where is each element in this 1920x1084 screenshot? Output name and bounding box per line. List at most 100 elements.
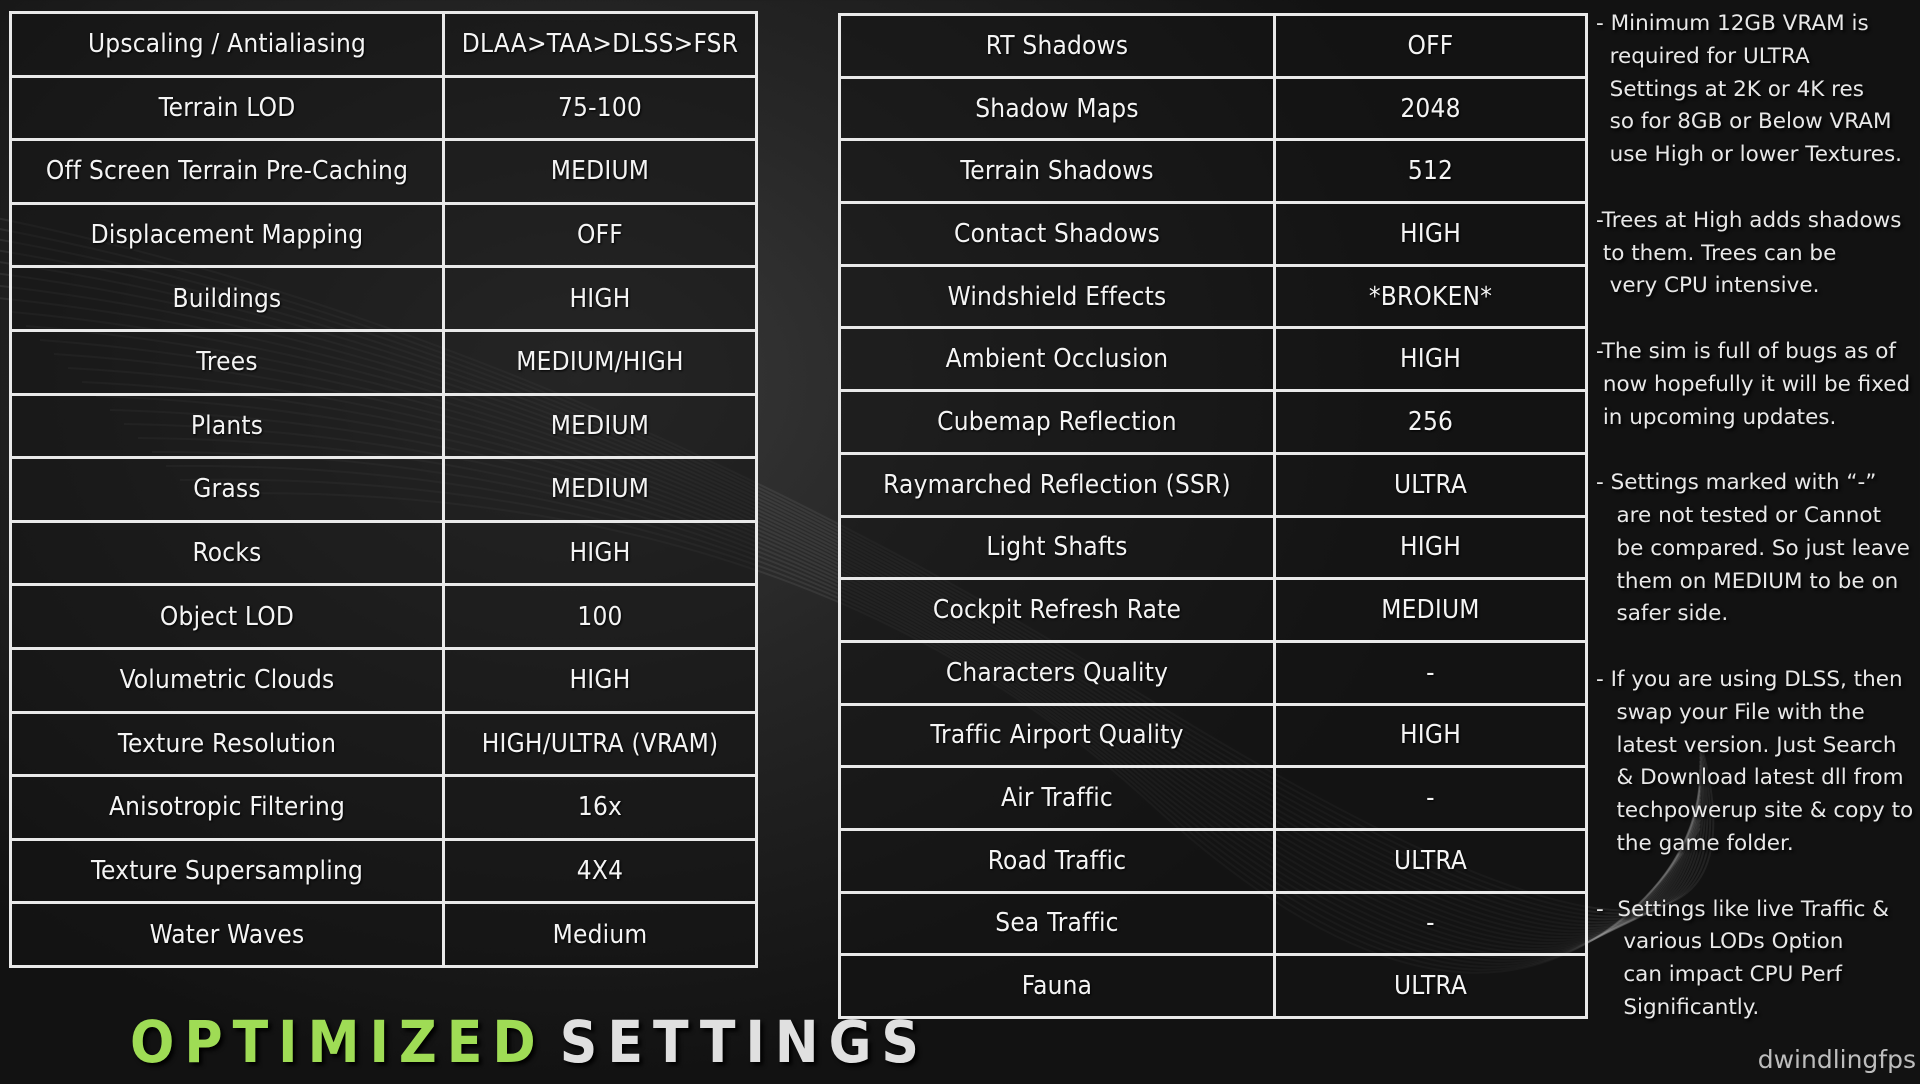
table-row: Rocks HIGH <box>9 519 758 587</box>
table-row: Texture Supersampling 4X4 <box>9 837 758 905</box>
setting-name: Displacement Mapping <box>9 201 445 269</box>
setting-value: HIGH <box>1273 702 1588 769</box>
setting-value: 100 <box>442 583 758 650</box>
setting-value: HIGH <box>442 265 758 332</box>
table-row: Traffic Airport Quality HIGH <box>838 702 1588 769</box>
table-row: Upscaling / Antialiasing DLAA>TAA>DLSS>FS… <box>9 11 758 78</box>
table-row: Cubemap Reflection 256 <box>838 389 1588 455</box>
setting-value: ULTRA <box>1273 827 1588 894</box>
setting-name: Off Screen Terrain Pre-Caching <box>9 138 445 205</box>
setting-name: Terrain LOD <box>9 74 445 142</box>
setting-name: Object LOD <box>9 583 445 650</box>
table-row: Object LOD 100 <box>9 583 758 650</box>
setting-name: Upscaling / Antialiasing <box>9 11 445 78</box>
setting-name: Grass <box>9 456 445 523</box>
setting-name: Windshield Effects <box>838 263 1276 330</box>
setting-value: DLAA>TAA>DLSS>FSR <box>442 11 758 78</box>
note-item: - Minimum 12GB VRAM is required for ULTR… <box>1596 11 1902 168</box>
table-row: Terrain Shadows 512 <box>838 138 1588 205</box>
title-optimized: OPTIMIZED <box>130 1008 546 1076</box>
table-row: RT Shadows OFF <box>838 13 1588 79</box>
table-row: Fauna ULTRA <box>838 953 1588 1019</box>
setting-name: Contact Shadows <box>838 201 1276 267</box>
table-row: Volumetric Clouds HIGH <box>9 646 758 714</box>
watermark: dwindlingfps <box>1757 1045 1916 1074</box>
setting-name: Texture Supersampling <box>9 837 445 905</box>
table-row: Off Screen Terrain Pre-Caching MEDIUM <box>9 138 758 205</box>
setting-value: *BROKEN* <box>1273 263 1588 330</box>
setting-value: 256 <box>1273 389 1588 455</box>
note-item: - Settings marked with “-” are not teste… <box>1596 470 1910 627</box>
table-row: Road Traffic ULTRA <box>838 827 1588 894</box>
setting-value: - <box>1273 890 1588 957</box>
setting-value: 2048 <box>1273 75 1588 142</box>
setting-value: 512 <box>1273 138 1588 205</box>
setting-name: Air Traffic <box>838 765 1276 831</box>
table-row: Water Waves Medium <box>9 901 758 968</box>
table-row: Raymarched Reflection (SSR) ULTRA <box>838 451 1588 518</box>
setting-name: RT Shadows <box>838 13 1276 79</box>
note-item: - Settings like live Traffic & various L… <box>1596 896 1890 1020</box>
table-row: Grass MEDIUM <box>9 456 758 523</box>
note-item: -The sim is full of bugs as of now hopef… <box>1596 338 1911 430</box>
setting-value: 16x <box>442 774 758 841</box>
table-row: Contact Shadows HIGH <box>838 201 1588 267</box>
setting-name: Cubemap Reflection <box>838 389 1276 455</box>
setting-name: Sea Traffic <box>838 890 1276 957</box>
table-row: Displacement Mapping OFF <box>9 201 758 269</box>
setting-value: - <box>1273 639 1588 706</box>
setting-value: - <box>1273 765 1588 831</box>
notes-panel: - Minimum 12GB VRAM is required for ULTR… <box>1596 8 1920 1058</box>
setting-value: MEDIUM <box>1273 577 1588 643</box>
setting-value: HIGH <box>1273 514 1588 581</box>
setting-name: Texture Resolution <box>9 710 445 778</box>
table-row: Trees MEDIUM/HIGH <box>9 328 758 396</box>
table-row: Terrain LOD 75-100 <box>9 74 758 142</box>
setting-name: Water Waves <box>9 901 445 968</box>
setting-value: OFF <box>1273 13 1588 79</box>
table-row: Ambient Occlusion HIGH <box>838 326 1588 393</box>
setting-value: 4X4 <box>442 837 758 905</box>
table-row: Light Shafts HIGH <box>838 514 1588 581</box>
setting-name: Terrain Shadows <box>838 138 1276 205</box>
settings-table-left: Upscaling / Antialiasing DLAA>TAA>DLSS>FS… <box>9 11 758 968</box>
title-settings: SETTINGS <box>559 1008 929 1076</box>
table-row: Air Traffic - <box>838 765 1588 831</box>
setting-name: Shadow Maps <box>838 75 1276 142</box>
table-row: Anisotropic Filtering 16x <box>9 774 758 841</box>
setting-value: ULTRA <box>1273 953 1588 1019</box>
setting-name: Road Traffic <box>838 827 1276 894</box>
setting-name: Trees <box>9 328 445 396</box>
setting-name: Light Shafts <box>838 514 1276 581</box>
setting-name: Anisotropic Filtering <box>9 774 445 841</box>
setting-name: Cockpit Refresh Rate <box>838 577 1276 643</box>
setting-value: HIGH <box>442 519 758 587</box>
setting-name: Buildings <box>9 265 445 332</box>
note-item: -Trees at High adds shadows to them. Tre… <box>1596 207 1902 299</box>
table-row: Buildings HIGH <box>9 265 758 332</box>
setting-name: Ambient Occlusion <box>838 326 1276 393</box>
setting-name: Raymarched Reflection (SSR) <box>838 451 1276 518</box>
table-row: Cockpit Refresh Rate MEDIUM <box>838 577 1588 643</box>
settings-table-right: RT Shadows OFF Shadow Maps 2048 Terrain Shad… <box>838 13 1588 1019</box>
setting-value: MEDIUM/HIGH <box>442 328 758 396</box>
setting-value: 75-100 <box>442 74 758 142</box>
setting-value: HIGH <box>442 646 758 714</box>
setting-name: Rocks <box>9 519 445 587</box>
table-row: Texture Resolution HIGH/ULTRA (VRAM) <box>9 710 758 778</box>
setting-value: MEDIUM <box>442 392 758 460</box>
setting-value: HIGH/ULTRA (VRAM) <box>442 710 758 778</box>
setting-value: HIGH <box>1273 326 1588 393</box>
setting-name: Plants <box>9 392 445 460</box>
table-row: Plants MEDIUM <box>9 392 758 460</box>
setting-value: MEDIUM <box>442 138 758 205</box>
table-row: Shadow Maps 2048 <box>838 75 1588 142</box>
setting-value: Medium <box>442 901 758 968</box>
setting-name: Volumetric Clouds <box>9 646 445 714</box>
setting-value: ULTRA <box>1273 451 1588 518</box>
table-row: Characters Quality - <box>838 639 1588 706</box>
setting-name: Characters Quality <box>838 639 1276 706</box>
setting-value: HIGH <box>1273 201 1588 267</box>
table-row: Sea Traffic - <box>838 890 1588 957</box>
setting-value: OFF <box>442 201 758 269</box>
